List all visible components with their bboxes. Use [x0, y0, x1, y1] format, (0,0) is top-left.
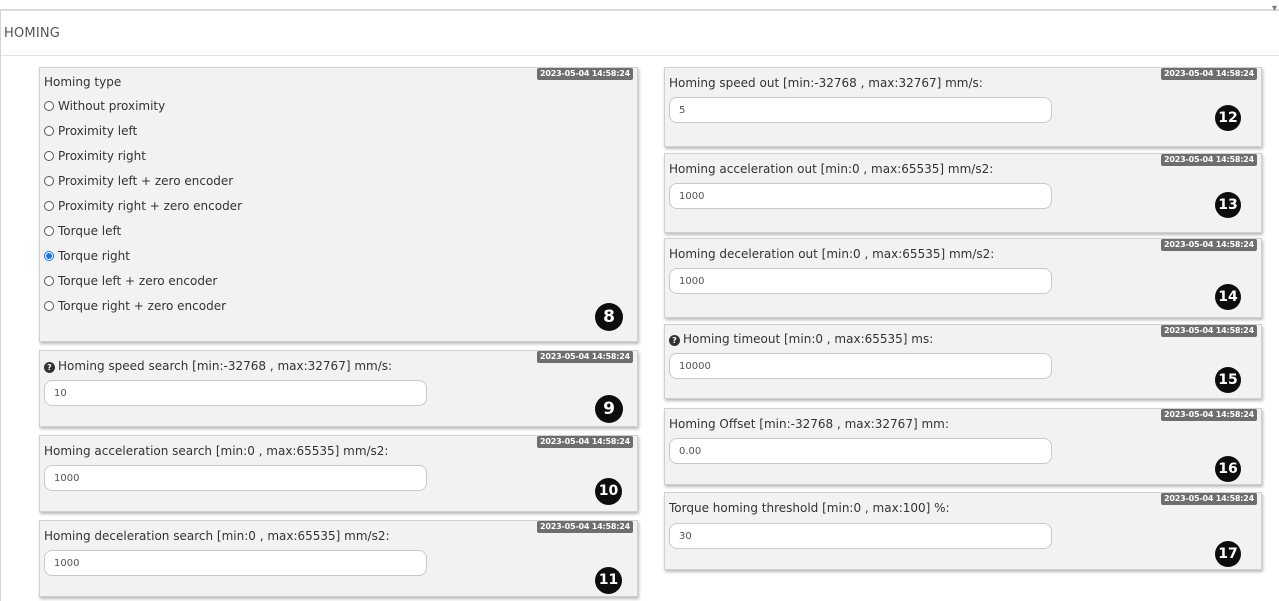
homing-offset-input[interactable] — [669, 438, 1052, 464]
homing-acceleration-search-label: Homing acceleration search [min:0 , max:… — [44, 444, 389, 458]
homing-type-option[interactable]: Without proximity — [44, 97, 165, 115]
homing-acceleration-search-card: 2023-05-04 14:58:24 Homing acceleration … — [39, 435, 638, 512]
step-badge-15: 15 — [1215, 367, 1241, 393]
homing-type-option[interactable]: Proximity right + zero encoder — [44, 197, 242, 215]
homing-type-option-label: Proximity left — [58, 124, 138, 138]
homing-offset-card: 2023-05-04 14:58:24 Homing Offset [min:-… — [664, 408, 1262, 485]
timestamp-badge: 2023-05-04 14:58:24 — [1161, 493, 1257, 505]
collapse-chevron-icon[interactable]: ▾ — [1272, 3, 1277, 14]
homing-timeout-label: ? Homing timeout [min:0 , max:65535] ms: — [669, 332, 933, 346]
homing-speed-search-input[interactable] — [44, 380, 427, 406]
torque-homing-threshold-card: 2023-05-04 14:58:24 Torque homing thresh… — [664, 492, 1262, 570]
homing-type-option[interactable]: Torque left + zero encoder — [44, 272, 217, 290]
step-badge-9: 9 — [595, 395, 623, 423]
timestamp-badge: 2023-05-04 14:58:24 — [537, 521, 633, 533]
homing-acceleration-out-label: Homing acceleration out [min:0 , max:655… — [669, 162, 994, 176]
homing-timeout-card: 2023-05-04 14:58:24 ? Homing timeout [min… — [664, 324, 1262, 399]
homing-offset-label: Homing Offset [min:-32768 , max:32767] m… — [669, 417, 949, 431]
radio-unselected-icon[interactable] — [44, 151, 54, 161]
homing-speed-search-card: 2023-05-04 14:58:24 ? Homing speed search… — [39, 350, 638, 427]
timestamp-badge: 2023-05-04 14:58:24 — [537, 436, 633, 448]
step-badge-8: 8 — [595, 303, 623, 331]
step-badge-14: 14 — [1215, 284, 1241, 310]
step-badge-16: 16 — [1215, 456, 1241, 482]
radio-unselected-icon[interactable] — [44, 176, 54, 186]
homing-deceleration-out-input[interactable] — [669, 268, 1052, 294]
homing-acceleration-out-card: 2023-05-04 14:58:24 Homing acceleration … — [664, 153, 1262, 233]
panel-header: HOMING — [1, 11, 1279, 56]
homing-speed-out-label: Homing speed out [min:-32768 , max:32767… — [669, 76, 983, 90]
homing-type-card: 2023-05-04 14:58:24 Homing type 8 Withou… — [39, 67, 638, 342]
homing-type-option[interactable]: Proximity left + zero encoder — [44, 172, 233, 190]
homing-deceleration-out-card: 2023-05-04 14:58:24 Homing deceleration … — [664, 238, 1262, 318]
step-badge-17: 17 — [1215, 541, 1241, 567]
homing-type-option-label: Proximity right + zero encoder — [58, 199, 242, 213]
homing-type-option[interactable]: Proximity left — [44, 122, 137, 140]
timestamp-badge: 2023-05-04 14:58:24 — [537, 68, 633, 80]
help-icon[interactable]: ? — [669, 335, 680, 346]
timestamp-badge: 2023-05-04 14:58:24 — [1161, 239, 1257, 251]
radio-unselected-icon[interactable] — [44, 226, 54, 236]
homing-type-option[interactable]: Torque right — [44, 247, 130, 265]
radio-unselected-icon[interactable] — [44, 201, 54, 211]
homing-type-option[interactable]: Torque right + zero encoder — [44, 297, 226, 315]
homing-type-option-label: Torque right + zero encoder — [58, 299, 227, 313]
timestamp-badge: 2023-05-04 14:58:24 — [1161, 68, 1257, 80]
radio-unselected-icon[interactable] — [44, 301, 54, 311]
homing-timeout-input[interactable] — [669, 353, 1052, 379]
homing-type-option-label: Torque left + zero encoder — [58, 274, 218, 288]
timestamp-badge: 2023-05-04 14:58:24 — [1161, 325, 1257, 337]
homing-type-option[interactable]: Torque left — [44, 222, 121, 240]
step-badge-13: 13 — [1215, 192, 1241, 218]
homing-speed-out-card: 2023-05-04 14:58:24 Homing speed out [mi… — [664, 67, 1262, 147]
timestamp-badge: 2023-05-04 14:58:24 — [537, 351, 633, 363]
step-badge-11: 11 — [595, 567, 622, 594]
homing-type-option-label: Without proximity — [58, 99, 166, 113]
homing-type-option-label: Proximity right — [58, 149, 146, 163]
radio-unselected-icon[interactable] — [44, 126, 54, 136]
homing-speed-search-label: ? Homing speed search [min:-32768 , max:3… — [44, 359, 392, 373]
homing-deceleration-search-card: 2023-05-04 14:58:24 Homing deceleration … — [39, 520, 638, 597]
panel-title: HOMING — [4, 26, 61, 41]
radio-unselected-icon[interactable] — [44, 276, 54, 286]
step-badge-10: 10 — [595, 478, 622, 505]
timestamp-badge: 2023-05-04 14:58:24 — [1161, 409, 1257, 421]
homing-deceleration-search-input[interactable] — [44, 550, 427, 576]
radio-selected-icon[interactable] — [44, 251, 54, 261]
homing-speed-out-input[interactable] — [669, 97, 1052, 123]
homing-acceleration-search-input[interactable] — [44, 465, 427, 491]
homing-deceleration-out-label: Homing deceleration out [min:0 , max:655… — [669, 247, 995, 261]
homing-deceleration-search-label: Homing deceleration search [min:0 , max:… — [44, 529, 390, 543]
homing-type-option[interactable]: Proximity right — [44, 147, 146, 165]
homing-type-option-label: Torque right — [58, 249, 130, 263]
step-badge-12: 12 — [1215, 105, 1241, 131]
timestamp-badge: 2023-05-04 14:58:24 — [1161, 154, 1257, 166]
torque-homing-threshold-label: Torque homing threshold [min:0 , max:100… — [669, 501, 950, 515]
radio-unselected-icon[interactable] — [44, 101, 54, 111]
torque-homing-threshold-input[interactable] — [669, 523, 1052, 549]
help-icon[interactable]: ? — [44, 362, 55, 373]
homing-type-option-label: Torque left — [58, 224, 122, 238]
homing-acceleration-out-input[interactable] — [669, 183, 1052, 209]
homing-type-option-label: Proximity left + zero encoder — [58, 174, 234, 188]
homing-type-label: Homing type — [44, 75, 122, 89]
